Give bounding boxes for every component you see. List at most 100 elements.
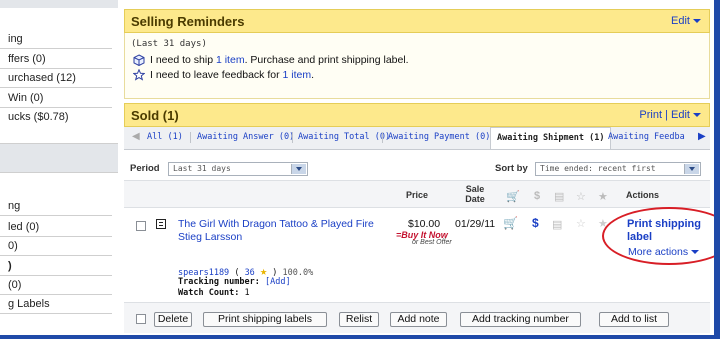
reminders-edit-link[interactable]: Edit: [671, 15, 701, 27]
scroll-right-icon[interactable]: ▶: [698, 131, 706, 142]
sidebar-item-offers[interactable]: ffers (0): [8, 53, 46, 65]
divider: [0, 255, 112, 256]
reminders-edit-label[interactable]: Edit: [671, 15, 690, 27]
best-offer-label: or Best Offer: [412, 239, 452, 246]
sortby-select-value: Time ended: recent first: [540, 164, 656, 173]
sold-edit-link[interactable]: Edit: [671, 109, 690, 121]
tab-all[interactable]: All (1): [147, 132, 183, 142]
shipping-icon: ▤: [554, 191, 565, 203]
row-checkbox[interactable]: [136, 221, 146, 231]
col-price[interactable]: Price: [406, 190, 428, 200]
reminder-ship-link[interactable]: 1 item: [216, 54, 245, 66]
add-note-button[interactable]: Add note: [390, 312, 447, 327]
reminder-feedback-text: I need to leave feedback for: [150, 69, 283, 81]
chevron-down-icon[interactable]: [693, 113, 701, 118]
status-tabs: ◀ All (1) Awaiting Answer (0) Awaiting T…: [124, 127, 710, 150]
sidebar-item-unsold[interactable]: (0): [8, 279, 21, 291]
tab-awaiting-payment[interactable]: Awaiting Payment (0): [388, 132, 490, 142]
reminder-ship: I need to ship 1 item. Purchase and prin…: [150, 54, 409, 66]
add-tracking-link[interactable]: [Add]: [265, 277, 291, 287]
divider: [0, 87, 112, 88]
delete-button[interactable]: Delete: [154, 312, 192, 327]
sidebar-item-purchased[interactable]: urchased (12): [8, 72, 76, 84]
dollar-icon: $: [534, 190, 541, 202]
bulk-actions-bar: Delete Print shipping labels Relist Add …: [124, 302, 710, 333]
chevron-down-icon[interactable]: [684, 164, 699, 174]
add-tracking-number-button[interactable]: Add tracking number: [460, 312, 581, 327]
sidebar-item-selling-list[interactable]: ng: [8, 200, 20, 212]
relist-button[interactable]: Relist: [339, 312, 379, 327]
reminders-title: Selling Reminders: [131, 14, 245, 29]
sidebar: ing ffers (0) urchased (12) Win (0) ucks…: [0, 0, 118, 339]
watch-count: Watch Count: 1: [178, 288, 250, 298]
sidebar-item-scheduled[interactable]: led (0): [8, 221, 39, 233]
star-outline-icon: [132, 68, 146, 81]
cart-icon: 🛒: [506, 191, 520, 203]
sidebar-item-bucks[interactable]: ucks ($0.78): [8, 111, 69, 123]
reminder-ship-text-suffix: . Purchase and print shipping label.: [244, 54, 409, 66]
chevron-down-icon[interactable]: [693, 19, 701, 24]
sale-date: 01/29/11: [455, 218, 496, 230]
table-header: Price Sale Date 🛒 $ ▤ ☆ ★ Actions: [124, 180, 710, 208]
scroll-left-icon[interactable]: ◀: [132, 131, 140, 142]
divider: [0, 215, 112, 216]
sold-header: Sold (1) Print | Edit: [124, 103, 710, 127]
watch-count-value: 1: [244, 288, 250, 298]
tab-awaiting-total[interactable]: Awaiting Total (0): [298, 132, 390, 142]
sidebar-item-active[interactable]: ): [8, 260, 12, 272]
sold-print-link[interactable]: Print: [639, 109, 662, 121]
divider: [0, 275, 112, 276]
tab-separator: [382, 132, 383, 143]
sidebar-item-sold[interactable]: 0): [8, 240, 18, 252]
sold-title: Sold (1): [131, 108, 179, 123]
period-select[interactable]: Last 31 days: [168, 162, 308, 176]
period-label: Period: [130, 163, 160, 174]
col-actions: Actions: [626, 190, 660, 200]
period-select-value: Last 31 days: [173, 164, 231, 173]
sidebar-item-selling[interactable]: ing: [8, 33, 23, 45]
sidebar-item-win[interactable]: Win (0): [8, 92, 43, 104]
item-price: $10.00: [408, 218, 441, 230]
highlight-annotation: [602, 207, 720, 265]
chevron-down-icon[interactable]: [291, 164, 306, 174]
sortby-select[interactable]: Time ended: recent first: [535, 162, 701, 176]
tab-awaiting-shipment[interactable]: Awaiting Shipment (1): [490, 127, 612, 149]
window-frame-bottom: [0, 335, 720, 339]
dollar-paid-icon: $: [532, 216, 539, 230]
cart-paid-icon: 🛒: [503, 216, 518, 230]
divider: [0, 313, 112, 314]
tab-separator: [190, 132, 191, 143]
reminders-period: (Last 31 days): [131, 39, 207, 49]
feedback-left-icon: ☆: [576, 191, 586, 203]
print-shipping-labels-button[interactable]: Print shipping labels: [203, 312, 327, 327]
divider: [0, 294, 112, 295]
feedback-received-icon: ★: [598, 191, 608, 203]
col-sale-date[interactable]: Sale Date: [460, 184, 490, 204]
package-icon: [133, 54, 145, 67]
sidebar-header-bar: [0, 0, 118, 8]
tracking-info: Tracking number: [Add]: [178, 277, 291, 287]
item-title-link[interactable]: The Girl With Dragon Tattoo & Played Fir…: [178, 218, 390, 244]
sidebar-item-shipping-labels[interactable]: g Labels: [8, 298, 50, 310]
select-all-checkbox[interactable]: [136, 314, 146, 324]
reminder-ship-text: I need to ship: [150, 54, 216, 66]
reminder-feedback-link[interactable]: 1 item: [283, 69, 312, 81]
reminders-body: (Last 31 days) I need to ship 1 item. Pu…: [124, 33, 710, 99]
tab-awaiting-answer[interactable]: Awaiting Answer (0): [197, 132, 294, 142]
tab-awaiting-feedback[interactable]: Awaiting Feedba: [608, 132, 685, 142]
listing-icon: [156, 219, 166, 229]
divider: [0, 68, 112, 69]
divider: [0, 48, 112, 49]
watch-count-label: Watch Count:: [178, 288, 240, 298]
divider: [0, 107, 112, 108]
tab-separator: [292, 132, 293, 143]
tracking-label: Tracking number:: [178, 277, 260, 287]
reminder-feedback-text-suffix: .: [311, 69, 315, 81]
feedback-pending-icon: ☆: [576, 218, 586, 230]
not-shipped-icon: ▤: [552, 219, 563, 231]
add-to-list-button[interactable]: Add to list: [599, 312, 669, 327]
sidebar-section-bar: [0, 143, 118, 173]
sortby-label: Sort by: [495, 163, 528, 174]
reminder-feedback: I need to leave feedback for 1 item.: [150, 69, 314, 81]
reminders-header: Selling Reminders Edit: [124, 9, 710, 33]
